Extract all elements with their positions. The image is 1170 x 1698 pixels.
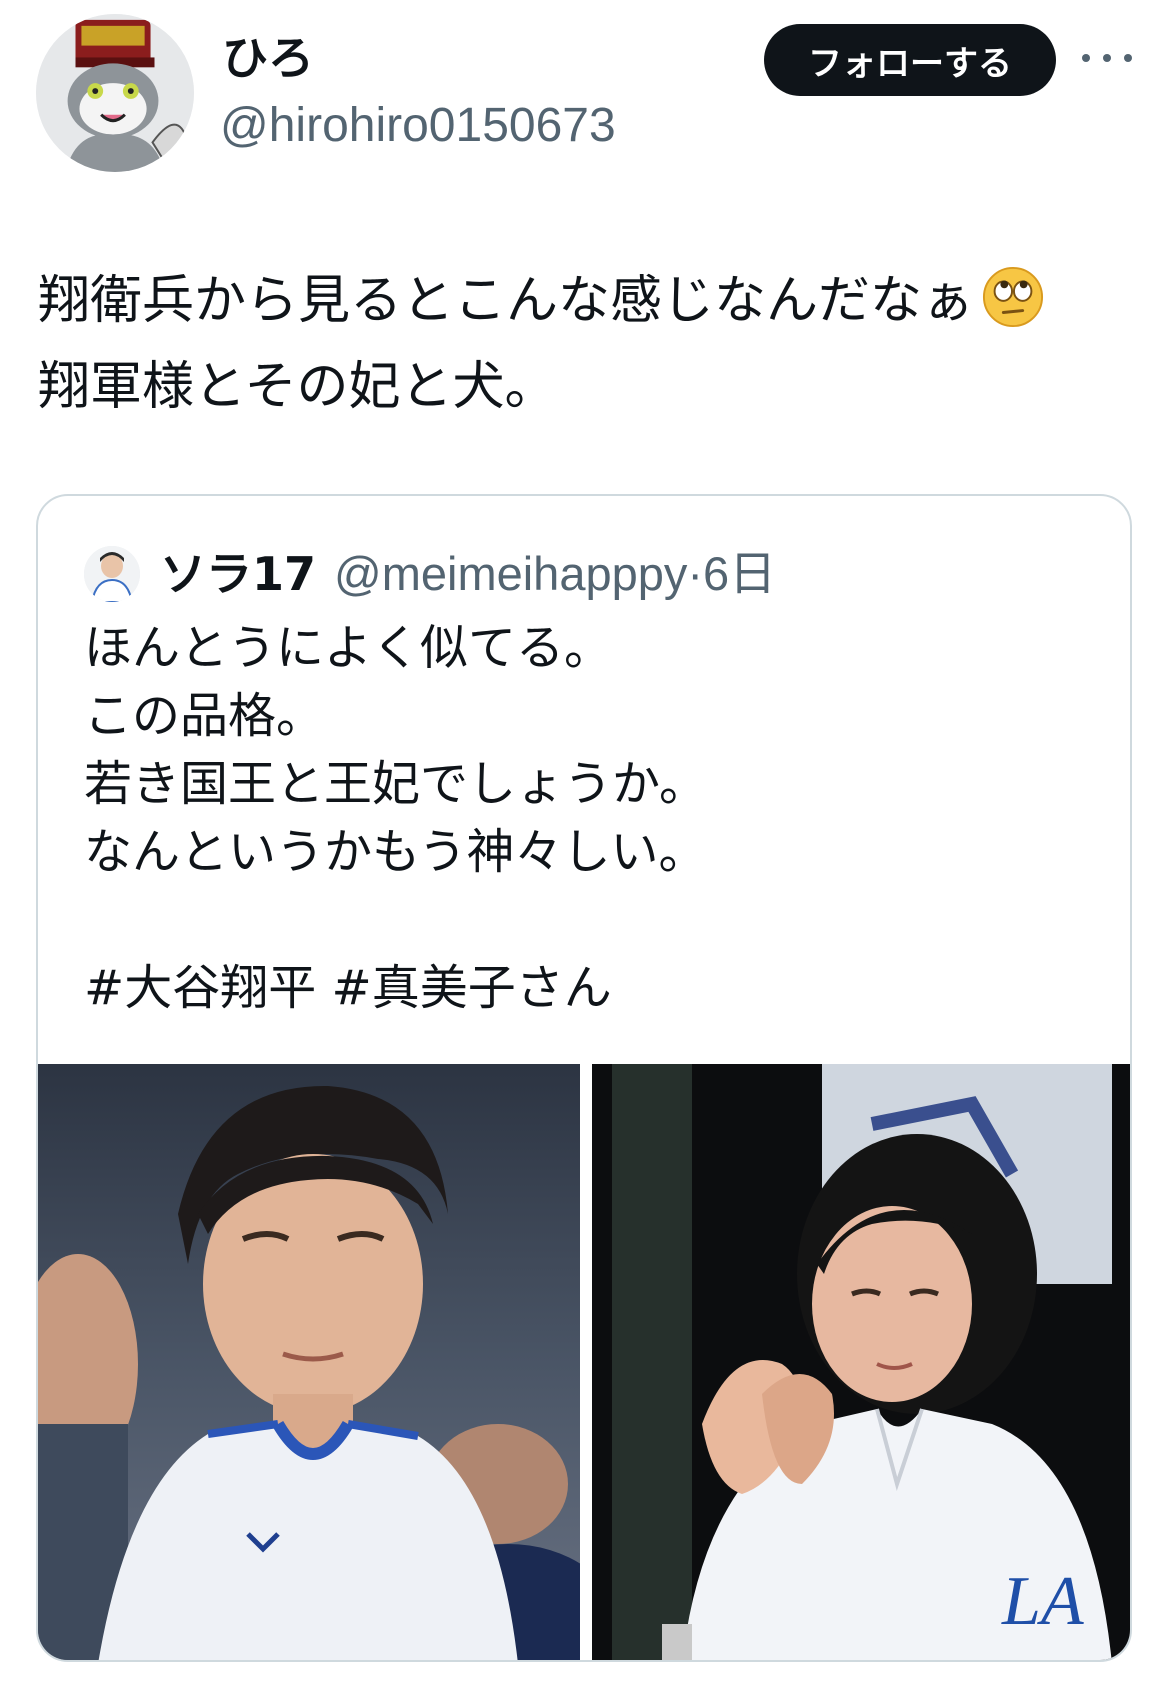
quoted-text: ほんとうによく似てる。 この品格。 若き国王と王妃でしょうか。 なんというかもう… [84, 614, 1084, 1022]
quoted-display-name[interactable]: ソラ17 [160, 544, 316, 604]
tweet-line-text: 翔衛兵から見るとこんな感じなんだなぁ [38, 271, 975, 331]
tweet-card: ひろ @hirohiro0150673 フォローする 翔衛兵から見るとこんな感じ… [0, 0, 1170, 1698]
author-avatar[interactable] [36, 14, 194, 172]
quoted-tweet[interactable]: ソラ17 @meimeihapppy·6日 ほんとうによく似てる。 この品格。 … [36, 494, 1132, 1662]
face-with-rolling-eyes-emoji-icon [982, 266, 1044, 328]
baseball-player-image [38, 1064, 580, 1660]
quoted-author-avatar[interactable] [84, 546, 140, 602]
quoted-line: 若き国王と王妃でしょうか。 [84, 756, 708, 812]
quoted-separator: · [687, 547, 704, 600]
tweet-text: 翔衛兵から見るとこんな感じなんだなぁ 翔軍様とその妃と犬。 [38, 258, 1138, 430]
quoted-hashtags[interactable]: #大谷翔平 #真美子さん [84, 954, 1084, 1022]
follow-button[interactable]: フォローする [764, 24, 1056, 96]
person-avatar-icon [84, 546, 140, 602]
more-horizontal-icon[interactable] [1082, 40, 1132, 76]
quoted-meta: @meimeihapppy·6日 [334, 544, 776, 604]
quoted-line: なんというかもう神々しい。 [84, 824, 707, 880]
svg-text:LA: LA [1001, 1563, 1084, 1640]
author-display-name[interactable]: ひろ [222, 28, 314, 88]
photo-woman-clapping[interactable]: LA [592, 1064, 1130, 1660]
photo-baseball-player[interactable] [38, 1064, 580, 1660]
author-handle[interactable]: @hirohiro0150673 [220, 96, 616, 156]
quoted-line-blank [84, 886, 1084, 954]
quoted-line: この品格。 [84, 688, 325, 744]
woman-clapping-image: LA [592, 1064, 1130, 1660]
tweet-line: 翔軍様とその妃と犬。 [38, 357, 557, 417]
quoted-handle[interactable]: @meimeihapppy [334, 547, 687, 600]
tweet-line: 翔衛兵から見るとこんな感じなんだなぁ [38, 258, 1138, 344]
quoted-media: LA [38, 1064, 1130, 1660]
cat-mascot-avatar-icon [36, 14, 194, 172]
quoted-time[interactable]: 6日 [703, 547, 776, 600]
quoted-line: ほんとうによく似てる。 [84, 620, 613, 676]
more-dot [1103, 54, 1111, 62]
more-dot [1124, 54, 1132, 62]
more-dot [1082, 54, 1090, 62]
